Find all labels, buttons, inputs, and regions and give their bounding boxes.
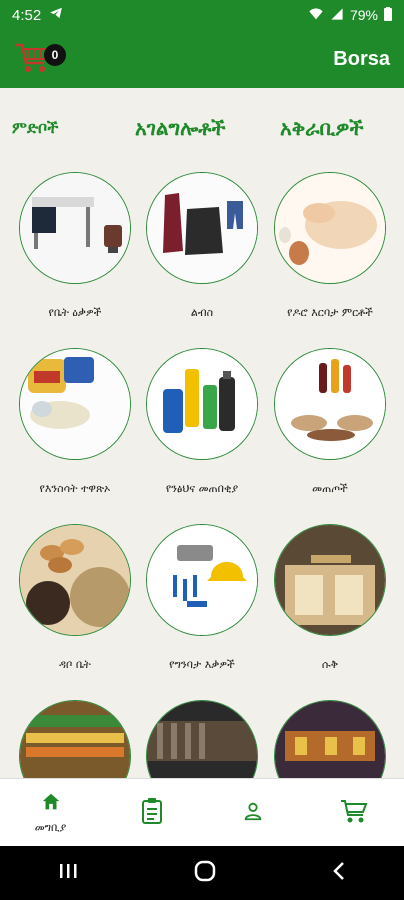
category-item-animal-products[interactable]: የእንስሳት ተዋጽኦ — [15, 348, 135, 496]
user-icon — [242, 800, 264, 826]
animal-products-image — [19, 348, 131, 460]
furniture-image — [19, 172, 131, 284]
category-label: የዶሮ እርባታ ምርቶች — [287, 306, 373, 319]
category-item-poultry[interactable]: የዶሮ እርባታ ምርቶች — [270, 172, 390, 320]
brand-logo: Borsa — [333, 47, 390, 70]
cart-icon — [340, 798, 368, 828]
drinks-image — [274, 348, 386, 460]
category-label: የንፅህና መጠበቂያ — [165, 482, 239, 495]
app-bar: 0 Borsa — [0, 30, 404, 88]
tab-services[interactable]: አገልግሎቶች — [135, 116, 226, 140]
recent-apps-icon[interactable] — [58, 862, 78, 884]
category-label: መጠጦች — [312, 482, 348, 495]
category-item-clothes[interactable]: ልብስ — [142, 172, 262, 320]
nav-profile[interactable] — [213, 783, 293, 843]
cart-count-badge: 0 — [44, 44, 66, 66]
poultry-image — [274, 172, 386, 284]
category-item-shop[interactable]: ሱቅ — [270, 524, 390, 672]
category-label: ሱቅ — [321, 658, 339, 671]
category-item-construction[interactable]: የግንባታ እቃዎች — [142, 524, 262, 672]
category-item-bakery[interactable]: ዳቦ ቤት — [15, 524, 135, 672]
hygiene-image — [146, 348, 258, 460]
status-bar: 4:52 79% — [0, 0, 404, 30]
nav-orders[interactable] — [112, 783, 192, 843]
back-icon[interactable] — [332, 861, 346, 885]
shop-image — [274, 524, 386, 636]
battery-percent: 79% — [349, 7, 378, 23]
home-circle-icon[interactable] — [194, 860, 216, 886]
battery-icon — [384, 6, 392, 24]
category-label: የቤት ዕቃዎች — [48, 306, 102, 319]
category-item-hygiene[interactable]: የንፅህና መጠበቂያ — [142, 348, 262, 496]
category-item-drinks[interactable]: መጠጦች — [270, 348, 390, 496]
home-icon — [40, 791, 62, 817]
nav-cart[interactable] — [314, 783, 394, 843]
tab-categories[interactable]: ምድቦች — [12, 118, 59, 138]
category-label: ዳቦ ቤት — [59, 658, 91, 671]
bottom-nav: መግቢያ — [0, 778, 404, 846]
tab-suppliers[interactable]: አቅራቢዎች — [280, 116, 364, 140]
category-label: የግንባታ እቃዎች — [169, 658, 235, 671]
nav-home[interactable]: መግቢያ — [11, 783, 91, 843]
category-tabs: ምድቦች አገልግሎቶች አቅራቢዎች — [0, 108, 404, 148]
telegram-icon — [49, 6, 63, 24]
category-item-furniture[interactable]: የቤት ዕቃዎች — [15, 172, 135, 320]
clipboard-list-icon — [140, 797, 164, 829]
category-label: የእንስሳት ተዋጽኦ — [39, 482, 111, 495]
clothes-image — [146, 172, 258, 284]
construction-image — [146, 524, 258, 636]
category-label: ልብስ — [190, 306, 214, 319]
status-time: 4:52 — [12, 6, 42, 24]
wifi-icon — [308, 7, 324, 24]
cart-button[interactable]: 0 — [14, 39, 66, 79]
nav-home-label: መግቢያ — [34, 820, 67, 834]
signal-icon — [330, 7, 344, 24]
bakery-image — [19, 524, 131, 636]
system-nav-bar — [0, 846, 404, 900]
